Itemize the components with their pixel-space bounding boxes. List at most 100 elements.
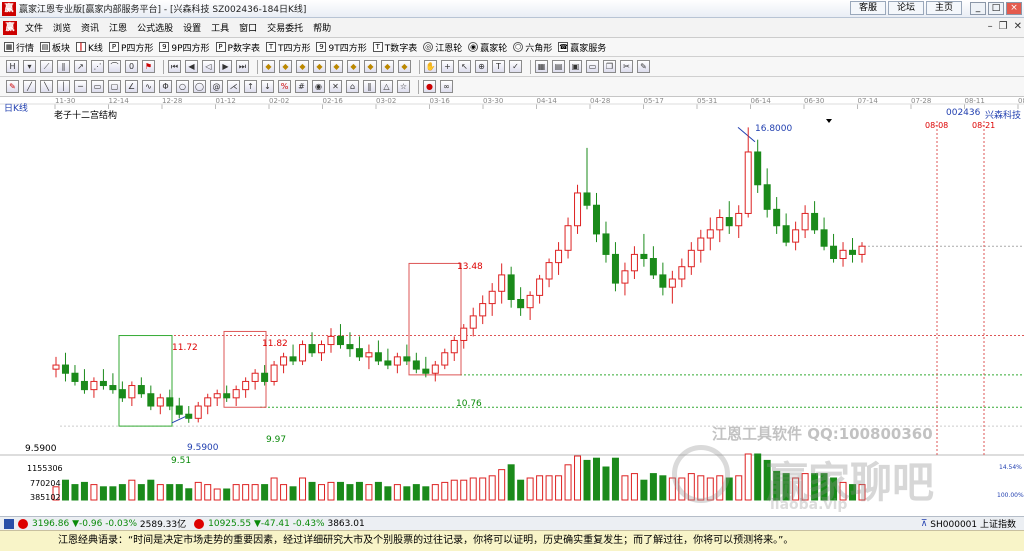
tool-9t-square[interactable]: 9 9T四方形 <box>316 41 367 54</box>
diamond9-icon[interactable]: ◆ <box>398 60 411 73</box>
wave-icon[interactable]: ∿ <box>142 80 155 93</box>
flag-icon[interactable]: ⚑ <box>142 60 155 73</box>
tool-9p-square[interactable]: 9 9P四方形 <box>159 41 210 54</box>
rect-icon[interactable]: ▭ <box>91 80 104 93</box>
arrow-up-icon[interactable]: ↑ <box>244 80 257 93</box>
tool-kline[interactable]: ┃ K线 <box>76 41 103 54</box>
tool-winner-wheel[interactable]: ◉ 赢家轮 <box>468 41 507 54</box>
volume-bar <box>109 486 117 501</box>
cursor-select-icon[interactable]: H <box>6 60 19 73</box>
tool-sectors[interactable]: ▤ 板块 <box>40 41 70 54</box>
fib-icon[interactable]: Φ <box>159 80 172 93</box>
zero-icon[interactable]: 0 <box>125 60 138 73</box>
zoom-icon[interactable]: ⊕ <box>475 60 488 73</box>
link-service[interactable]: 客服 <box>850 1 886 15</box>
pointer-icon[interactable]: ↖ <box>458 60 471 73</box>
tool-t-number-table[interactable]: T T数字表 <box>372 41 417 54</box>
tool-gann-wheel[interactable]: ◎ 江恩轮 <box>423 41 462 54</box>
scissors-icon[interactable]: ✂ <box>620 60 633 73</box>
menu-file[interactable]: 文件 <box>20 21 48 34</box>
tool-service[interactable]: ☎ 赢家服务 <box>558 41 606 54</box>
diamond2-icon[interactable]: ◆ <box>279 60 292 73</box>
star-icon[interactable]: ☆ <box>397 80 410 93</box>
calc-icon[interactable]: ▦ <box>535 60 548 73</box>
menu-trade[interactable]: 交易委托 <box>262 21 308 34</box>
table-icon[interactable]: ▤ <box>552 60 565 73</box>
ticker-text[interactable]: SH000001 上证指数 <box>930 517 1016 530</box>
text-icon[interactable]: T <box>492 60 505 73</box>
dropdown-icon[interactable]: ▾ <box>23 60 36 73</box>
menu-browse[interactable]: 浏览 <box>48 21 76 34</box>
grid-lines-icon[interactable]: # <box>295 80 308 93</box>
diamond6-icon[interactable]: ◆ <box>347 60 360 73</box>
close-button[interactable]: × <box>1006 2 1022 15</box>
menu-window[interactable]: 窗口 <box>234 21 262 34</box>
tool-p-number-table[interactable]: P P数字表 <box>215 41 260 54</box>
candle-body <box>858 245 866 255</box>
ellipse-icon[interactable]: ◯ <box>193 80 206 93</box>
diamond5-icon[interactable]: ◆ <box>330 60 343 73</box>
line-icon[interactable]: ╱ <box>23 80 36 93</box>
triangle-icon[interactable]: △ <box>380 80 393 93</box>
prev-icon[interactable]: ◀ <box>185 60 198 73</box>
diamond3-icon[interactable]: ◆ <box>296 60 309 73</box>
menu-help[interactable]: 帮助 <box>308 21 336 34</box>
parallel-line-icon[interactable]: ∥ <box>57 60 70 73</box>
menu-info[interactable]: 资讯 <box>76 21 104 34</box>
next-icon[interactable]: ▶ <box>219 60 232 73</box>
arrow-down-icon[interactable]: ↓ <box>261 80 274 93</box>
menu-tools[interactable]: 工具 <box>206 21 234 34</box>
tool-t-square[interactable]: T T四方形 <box>265 41 310 54</box>
paste-icon[interactable]: ✎ <box>637 60 650 73</box>
menu-formula[interactable]: 公式选股 <box>132 21 178 34</box>
pen-icon[interactable]: ✎ <box>6 80 19 93</box>
diamond1-icon[interactable]: ◆ <box>262 60 275 73</box>
child-minimize-icon[interactable]: – <box>988 21 993 32</box>
color-icon[interactable]: ● <box>423 80 436 93</box>
save-icon[interactable]: ▣ <box>569 60 582 73</box>
percent-icon[interactable]: % <box>278 80 291 93</box>
diamond4-icon[interactable]: ◆ <box>313 60 326 73</box>
kline-chart-area[interactable]: 11-30 12-14 12-28 01-12 02-02 02-16 03-02 03-16… <box>0 97 1024 517</box>
child-close-icon[interactable]: ✕ <box>1014 21 1022 32</box>
back-icon[interactable]: ◁ <box>202 60 215 73</box>
menu-gann[interactable]: 江恩 <box>104 21 132 34</box>
spiral-icon[interactable]: @ <box>210 80 223 93</box>
child-restore-icon[interactable]: ❐ <box>999 21 1008 32</box>
arc-icon[interactable]: ⌒ <box>108 60 121 73</box>
mark-icon[interactable]: ✕ <box>329 80 342 93</box>
link-forum[interactable]: 论坛 <box>888 1 924 15</box>
cross-icon[interactable]: + <box>441 60 454 73</box>
copy-icon[interactable]: ❐ <box>603 60 616 73</box>
fan-icon[interactable]: ⋰ <box>91 60 104 73</box>
circle-icon[interactable]: ○ <box>176 80 189 93</box>
box-icon[interactable]: ▢ <box>108 80 121 93</box>
tool-hexagon[interactable]: ⬡ 六角形 <box>513 41 552 54</box>
vline-icon[interactable]: │ <box>57 80 70 93</box>
tool-quotes[interactable]: ▦ 行情 <box>4 41 34 54</box>
diamond7-icon[interactable]: ◆ <box>364 60 377 73</box>
menu-settings[interactable]: 设置 <box>178 21 206 34</box>
trend-line-icon[interactable]: ⟋ <box>40 60 53 73</box>
eye-icon[interactable]: ◉ <box>312 80 325 93</box>
tool-p-square[interactable]: P P四方形 <box>108 41 153 54</box>
check-icon[interactable]: ✓ <box>509 60 522 73</box>
volume-bar <box>156 484 164 501</box>
hand-icon[interactable]: ✋ <box>424 60 437 73</box>
ray-icon[interactable]: ↗ <box>74 60 87 73</box>
period-icon[interactable]: ‖ <box>363 80 376 93</box>
channel-icon[interactable]: ╲ <box>40 80 53 93</box>
print-icon[interactable]: ▭ <box>586 60 599 73</box>
first-icon[interactable]: ⏮ <box>168 60 181 73</box>
diamond8-icon[interactable]: ◆ <box>381 60 394 73</box>
gann-fan-icon[interactable]: ⋌ <box>227 80 240 93</box>
link-home[interactable]: 主页 <box>926 1 962 15</box>
last-icon[interactable]: ⏭ <box>236 60 249 73</box>
angle-icon[interactable]: ∠ <box>125 80 138 93</box>
maximize-button[interactable]: □ <box>988 2 1004 15</box>
tag-icon[interactable]: ⌂ <box>346 80 359 93</box>
hline-icon[interactable]: ─ <box>74 80 87 93</box>
low-marker-label: 9.5900 <box>187 443 219 453</box>
minimize-button[interactable]: _ <box>970 2 986 15</box>
infinity-icon[interactable]: ∞ <box>440 80 453 93</box>
